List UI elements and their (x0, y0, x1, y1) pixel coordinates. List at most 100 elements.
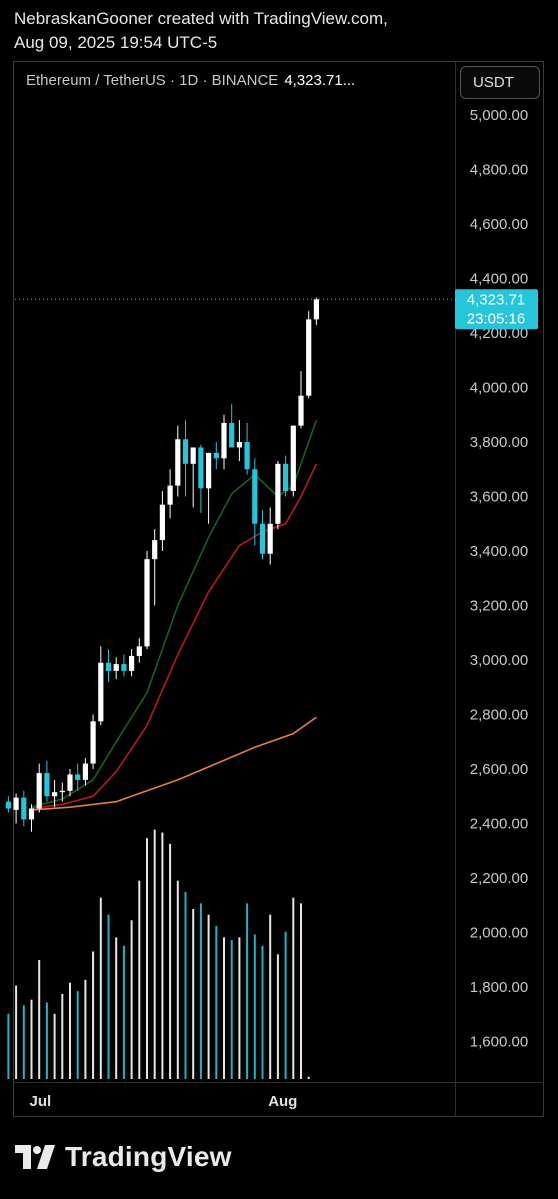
volume-bar (92, 951, 95, 1079)
volume-bar (69, 982, 71, 1079)
price-tick-label: 4,800.00 (470, 162, 528, 179)
bar-countdown: 23:05:16 (467, 310, 525, 327)
price-tick-label: 4,000.00 (470, 380, 528, 397)
volume-bar (223, 937, 225, 1079)
candle-body (129, 655, 135, 671)
candle-body (221, 422, 227, 459)
time-tick-label: Jul (30, 1093, 52, 1110)
candle-body (298, 395, 304, 426)
volume-bar (99, 897, 102, 1079)
symbol-description: Ethereum / TetherUS · 1D · BINANCE (26, 72, 279, 89)
volume-bar (207, 914, 210, 1079)
volume-bar (253, 934, 256, 1079)
volume-bar (176, 880, 179, 1079)
legend-price: 4,323.71... (284, 72, 356, 89)
volume-bar (269, 914, 272, 1079)
volume-bar (307, 1076, 310, 1079)
candle-body (167, 485, 173, 505)
candle-body (21, 797, 27, 820)
price-tick-label: 5,000.00 (470, 107, 528, 124)
candle-body (313, 299, 319, 320)
price-tick-label: 3,400.00 (470, 543, 528, 560)
candle-body (82, 763, 88, 780)
candle-body (259, 523, 266, 554)
candle-body (59, 790, 65, 793)
candle-body (213, 452, 219, 459)
volume-bar (284, 931, 287, 1079)
candle-body (290, 425, 296, 492)
price-tick-label: 2,400.00 (470, 816, 528, 833)
tradingview-logo[interactable]: TradingView (15, 1141, 232, 1173)
price-tick-label: 3,000.00 (470, 652, 528, 669)
candle-body (13, 797, 19, 810)
ema-layer (31, 419, 318, 811)
price-chart[interactable]: 5,000.004,800.004,600.004,400.004,200.00… (0, 0, 558, 1199)
volume-bar (246, 903, 249, 1079)
volume-layer (7, 829, 310, 1079)
symbol-legend[interactable]: Ethereum / TetherUS · 1D · BINANCE 4,323.… (26, 72, 355, 89)
volume-bar (169, 843, 172, 1079)
volume-bar (300, 903, 302, 1079)
volume-bar (192, 909, 195, 1079)
candle-body (206, 452, 212, 489)
candle-body (52, 792, 58, 797)
price-tick-label: 2,800.00 (470, 707, 528, 724)
price-tick-label: 1,800.00 (470, 979, 528, 996)
candle-body (121, 664, 127, 671)
tradingview-logo-icon (15, 1145, 55, 1169)
brand-name: TradingView (65, 1141, 232, 1172)
price-tick-label: 2,600.00 (470, 761, 528, 778)
volume-bar (238, 937, 241, 1079)
volume-bar (146, 838, 148, 1079)
candle-body (175, 439, 181, 486)
currency-button[interactable]: USDT (460, 66, 540, 99)
price-tick-label: 3,200.00 (470, 598, 528, 615)
ema-short-line (31, 419, 318, 808)
volume-bar (161, 832, 164, 1079)
price-tick-label: 3,600.00 (470, 489, 528, 506)
candle-body (28, 808, 35, 820)
candle-body (36, 773, 42, 809)
candle-body (98, 662, 104, 722)
candle-body (67, 774, 73, 791)
volume-bar (45, 1002, 48, 1079)
volume-bar (215, 926, 218, 1079)
candle-body (159, 504, 165, 541)
candle-body (252, 469, 258, 524)
candle-body (229, 422, 235, 448)
candle-body (152, 540, 158, 560)
candle-body (190, 447, 196, 464)
volume-bar (261, 945, 264, 1079)
volume-bar (115, 937, 118, 1079)
volume-bar (38, 960, 41, 1079)
volume-bar (84, 979, 87, 1079)
price-tick-label: 1,600.00 (470, 1034, 528, 1051)
volume-bar (153, 829, 156, 1079)
volume-bar (107, 914, 110, 1079)
ema-mid-line (31, 463, 318, 810)
volume-bar (7, 1013, 10, 1079)
volume-bar (184, 892, 187, 1079)
candle-body (244, 442, 250, 470)
candle-body (75, 774, 81, 780)
volume-bar (230, 940, 233, 1079)
price-tick-label: 2,200.00 (470, 870, 528, 887)
candle-layer (5, 297, 319, 832)
volume-bar (76, 991, 79, 1079)
candle-body (267, 523, 273, 554)
last-price-value: 4,323.71 (467, 291, 525, 308)
price-axis: 5,000.004,800.004,600.004,400.004,200.00… (470, 107, 528, 1051)
time-tick-label: Aug (268, 1093, 297, 1110)
candle-body (306, 319, 312, 396)
ema-long-line (31, 716, 317, 811)
volume-bar (138, 880, 141, 1079)
price-tick-label: 4,400.00 (470, 271, 528, 288)
candle-body (275, 463, 281, 524)
candle-body (90, 721, 96, 764)
volume-bar (130, 920, 133, 1079)
candle-body (236, 442, 242, 448)
candle-body (136, 646, 142, 656)
volume-bar (30, 999, 33, 1079)
volume-bar (15, 985, 18, 1079)
candle-body (283, 463, 289, 492)
